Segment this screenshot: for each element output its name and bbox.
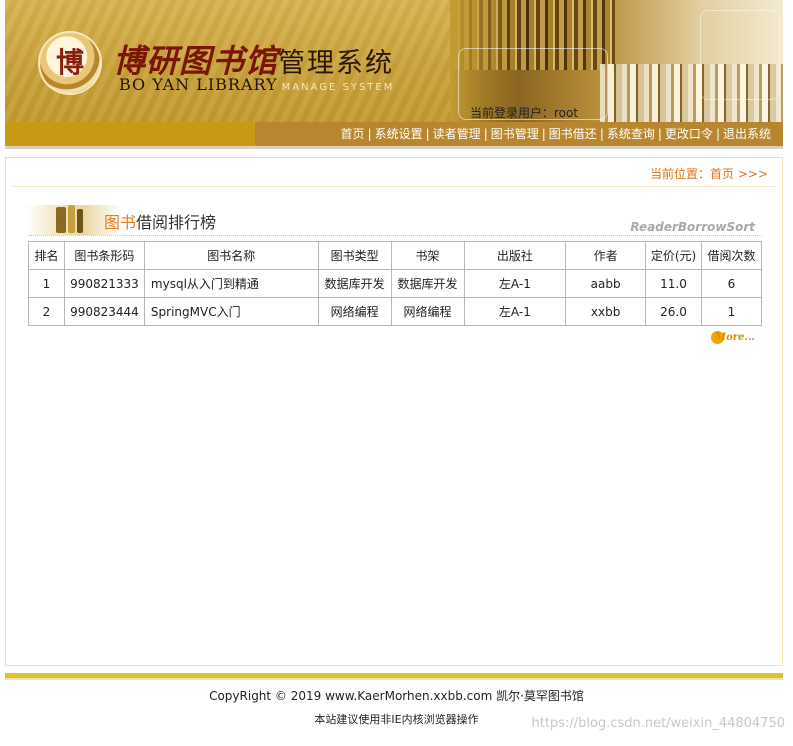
breadcrumb-home-link[interactable]: 首页: [710, 167, 734, 181]
nav-item-logout[interactable]: 退出系统: [723, 127, 771, 141]
col-borrow-count: 借阅次数: [700, 241, 763, 270]
col-bookshelf: 书架: [390, 241, 465, 270]
nav-item-reader-management[interactable]: 读者管理: [433, 127, 481, 141]
cell-borrow-count: 1: [700, 297, 763, 326]
book-spine: [56, 207, 66, 233]
nav-item-book-management[interactable]: 图书管理: [491, 127, 539, 141]
nav-item-change-password[interactable]: 更改口令: [665, 127, 713, 141]
nav-separator: |: [599, 127, 604, 141]
col-book-type: 图书类型: [317, 241, 392, 270]
breadcrumb: 当前位置：首页 >>>: [650, 165, 768, 182]
section-title-english: ReaderBorrowSort: [630, 220, 755, 234]
footer-copyright: CopyRight © 2019 www.KaerMorhen.xxbb.com…: [209, 689, 584, 703]
blog-watermark: https://blog.csdn.net/weixin_44804750: [531, 716, 785, 731]
table-header-row: 排名 图书条形码 图书名称 图书类型 书架 出版社 作者 定价(元) 借阅次数: [28, 241, 763, 270]
cell-book-type: 网络编程: [317, 297, 392, 326]
section-title-rest: 借阅排行榜: [136, 213, 217, 232]
col-barcode: 图书条形码: [63, 241, 145, 270]
section-title-highlight: 图书: [104, 213, 137, 232]
cell-price: 11.0: [645, 269, 702, 298]
cell-borrow-count: 6: [700, 269, 763, 298]
cell-publisher: 左A-1: [463, 297, 567, 326]
table-row: 2 990823444 SpringMVC入门 网络编程 网络编程 左A-1 x…: [28, 297, 763, 326]
cell-bookshelf: 数据库开发: [390, 269, 465, 298]
nav-item-system-query[interactable]: 系统查询: [607, 127, 655, 141]
col-publisher: 出版社: [463, 241, 567, 270]
logo-title-en: BO YAN LIBRARY MANAGE SYSTEM: [119, 75, 394, 94]
cell-publisher: 左A-1: [463, 269, 567, 298]
nav-item-system-settings[interactable]: 系统设置: [375, 127, 423, 141]
cell-rank: 1: [28, 269, 65, 298]
cell-book-type: 数据库开发: [317, 269, 392, 298]
nav-menu: 首页 | 系统设置 | 读者管理 | 图书管理 | 图书借还 | 系统查询 | 更改口令 | 退出系统: [341, 122, 771, 146]
current-user-label: 当前登录用户：: [470, 106, 555, 120]
cell-author: aabb: [565, 269, 647, 298]
cell-rank: 2: [28, 297, 65, 326]
nav-item-home[interactable]: 首页: [341, 127, 365, 141]
current-user-name: root: [554, 106, 579, 120]
nav-separator: |: [483, 127, 488, 141]
nav-separator: |: [657, 127, 662, 141]
section-divider: [28, 235, 762, 236]
nav-underline: [5, 146, 783, 149]
nav-separator: |: [541, 127, 546, 141]
logo-title-cn: 博研图书馆管理系统: [113, 36, 394, 80]
breadcrumb-divider: [13, 186, 775, 187]
cell-author: xxbb: [565, 297, 647, 326]
col-rank: 排名: [28, 241, 65, 270]
more-label: More...: [715, 332, 755, 343]
more-link[interactable]: More...: [711, 331, 755, 347]
nav-item-borrow-return[interactable]: 图书借还: [549, 127, 597, 141]
main-nav: 首页 | 系统设置 | 读者管理 | 图书管理 | 图书借还 | 系统查询 | 更改口令 | 退出系统: [5, 122, 783, 146]
book-spine: [68, 205, 75, 233]
cell-price: 26.0: [645, 297, 702, 326]
breadcrumb-arrows: >>>: [737, 167, 768, 181]
main-content: 当前位置：首页 >>> 图书借阅排行榜 ReaderBorrowSort 排名 …: [5, 157, 783, 666]
cell-barcode: 990821333: [63, 269, 145, 298]
library-seal-logo: 博: [38, 31, 102, 95]
nav-separator: |: [715, 127, 720, 141]
section-title: 图书借阅排行榜: [104, 209, 216, 233]
bookshelf-frame-right: [700, 10, 780, 100]
cell-book-name: mysql从入门到精通: [143, 269, 319, 298]
footer-bar-light: [5, 678, 783, 680]
col-author: 作者: [565, 241, 647, 270]
breadcrumb-label: 当前位置：: [649, 167, 710, 181]
book-spine: [77, 209, 83, 233]
nav-separator: |: [367, 127, 372, 141]
borrow-ranking-table: 排名 图书条形码 图书名称 图书类型 书架 出版社 作者 定价(元) 借阅次数 …: [28, 241, 763, 326]
cell-barcode: 990823444: [63, 297, 145, 326]
table-row: 1 990821333 mysql从入门到精通 数据库开发 数据库开发 左A-1…: [28, 269, 763, 298]
section-header: 图书借阅排行榜 ReaderBorrowSort: [26, 205, 761, 235]
cell-book-name: SpringMVC入门: [143, 297, 319, 326]
seal-glyph: 博: [55, 46, 84, 79]
logo-en-main: BO YAN LIBRARY: [119, 75, 278, 94]
header-banner: 博 博研图书馆管理系统 BO YAN LIBRARY MANAGE SYSTEM …: [5, 0, 783, 122]
current-user: 当前登录用户：root: [470, 104, 578, 121]
nav-separator: |: [425, 127, 430, 141]
col-book-name: 图书名称: [143, 241, 319, 270]
cell-bookshelf: 网络编程: [390, 297, 465, 326]
col-price: 定价(元): [645, 241, 702, 270]
logo-en-sub: MANAGE SYSTEM: [281, 82, 395, 93]
